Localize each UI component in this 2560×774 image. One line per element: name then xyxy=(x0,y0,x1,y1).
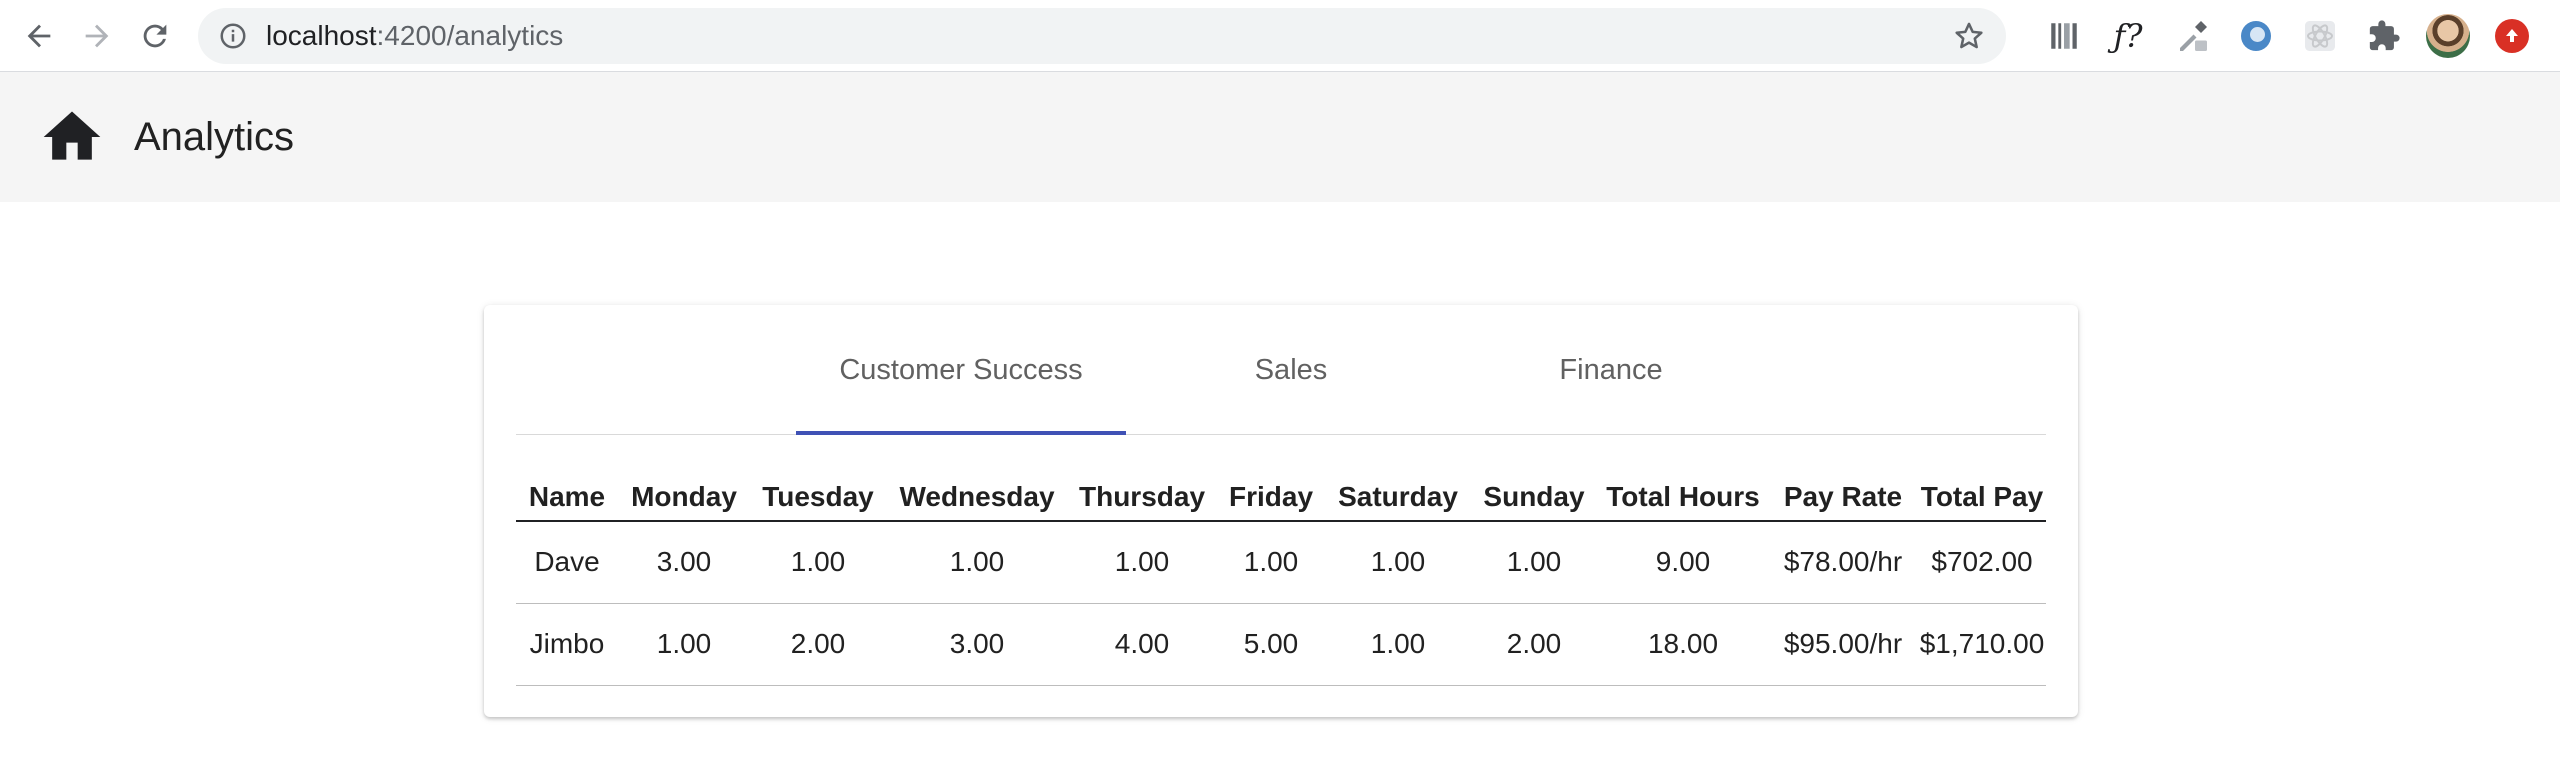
tab-sales[interactable]: Sales xyxy=(1126,305,1456,435)
home-icon[interactable] xyxy=(38,103,106,171)
profile-avatar[interactable] xyxy=(2426,13,2470,58)
cell-sunday: 1.00 xyxy=(1470,521,1598,604)
cell-friday: 1.00 xyxy=(1216,521,1326,604)
barcode-extension-icon[interactable] xyxy=(2042,14,2086,58)
url-path: :4200/analytics xyxy=(376,19,564,51)
bookmark-star-icon[interactable] xyxy=(1952,19,1986,53)
hours-table: Name Monday Tuesday Wednesday Thursday F… xyxy=(516,473,2046,686)
analytics-card: Customer Success Sales Finance Name Mond… xyxy=(484,305,2078,717)
cell-total-hours: 18.00 xyxy=(1598,603,1768,686)
url-host: localhost xyxy=(266,19,377,51)
fx-extension-icon[interactable]: ƒ? xyxy=(2106,14,2150,58)
info-icon[interactable] xyxy=(218,21,248,51)
active-tab-indicator xyxy=(796,431,1126,435)
header-name[interactable]: Name xyxy=(516,473,618,522)
avatar-image xyxy=(2426,13,2470,58)
forward-button[interactable] xyxy=(74,10,120,62)
header-pay-rate[interactable]: Pay Rate xyxy=(1768,473,1918,522)
cell-saturday: 1.00 xyxy=(1326,521,1470,604)
cell-monday: 1.00 xyxy=(618,603,750,686)
forward-arrow-icon xyxy=(85,24,109,47)
update-button[interactable] xyxy=(2490,14,2534,58)
header-saturday[interactable]: Saturday xyxy=(1326,473,1470,522)
cell-thursday: 4.00 xyxy=(1068,603,1216,686)
cell-total-pay: $1,710.00 xyxy=(1918,603,2046,686)
reload-button[interactable] xyxy=(132,10,178,62)
cell-total-pay: $702.00 xyxy=(1918,521,2046,604)
app-toolbar: Analytics xyxy=(0,72,2560,202)
table-row: Dave 3.00 1.00 1.00 1.00 1.00 1.00 1.00 … xyxy=(516,521,2046,604)
back-button[interactable] xyxy=(16,10,62,62)
page-title: Analytics xyxy=(134,114,295,159)
cell-monday: 3.00 xyxy=(618,521,750,604)
cell-total-hours: 9.00 xyxy=(1598,521,1768,604)
header-wednesday[interactable]: Wednesday xyxy=(886,473,1068,522)
browser-toolbar: localhost:4200/analytics ƒ? xyxy=(0,0,2560,72)
header-sunday[interactable]: Sunday xyxy=(1470,473,1598,522)
cell-pay-rate: $78.00/hr xyxy=(1768,521,1918,604)
cell-pay-rate: $95.00/hr xyxy=(1768,603,1918,686)
reload-icon xyxy=(143,24,167,47)
extensions-area: ƒ? xyxy=(2032,13,2544,58)
cell-name: Dave xyxy=(516,521,618,604)
header-monday[interactable]: Monday xyxy=(618,473,750,522)
update-arrow-icon xyxy=(2495,18,2529,53)
address-bar[interactable]: localhost:4200/analytics xyxy=(198,7,2006,64)
cell-wednesday: 3.00 xyxy=(886,603,1068,686)
circle-extension-icon[interactable] xyxy=(2234,14,2278,58)
header-tuesday[interactable]: Tuesday xyxy=(750,473,886,522)
cell-tuesday: 1.00 xyxy=(750,521,886,604)
table-header-row: Name Monday Tuesday Wednesday Thursday F… xyxy=(516,473,2046,522)
table-row: Jimbo 1.00 2.00 3.00 4.00 5.00 1.00 2.00… xyxy=(516,603,2046,686)
eyedropper-extension-icon[interactable] xyxy=(2170,14,2214,58)
cell-wednesday: 1.00 xyxy=(886,521,1068,604)
cell-name: Jimbo xyxy=(516,603,618,686)
react-devtools-icon[interactable] xyxy=(2298,14,2342,58)
puzzle-extensions-icon[interactable] xyxy=(2362,14,2406,58)
cell-friday: 5.00 xyxy=(1216,603,1326,686)
tab-customer-success[interactable]: Customer Success xyxy=(796,305,1126,435)
tab-group: Customer Success Sales Finance xyxy=(516,305,2046,435)
url-text[interactable]: localhost:4200/analytics xyxy=(266,20,1952,52)
tab-finance[interactable]: Finance xyxy=(1446,305,1776,435)
header-total-pay[interactable]: Total Pay xyxy=(1918,473,2046,522)
cell-tuesday: 2.00 xyxy=(750,603,886,686)
cell-saturday: 1.00 xyxy=(1326,603,1470,686)
back-arrow-icon xyxy=(27,24,51,47)
header-total-hours[interactable]: Total Hours xyxy=(1598,473,1768,522)
header-friday[interactable]: Friday xyxy=(1216,473,1326,522)
cell-sunday: 2.00 xyxy=(1470,603,1598,686)
header-thursday[interactable]: Thursday xyxy=(1068,473,1216,522)
cell-thursday: 1.00 xyxy=(1068,521,1216,604)
